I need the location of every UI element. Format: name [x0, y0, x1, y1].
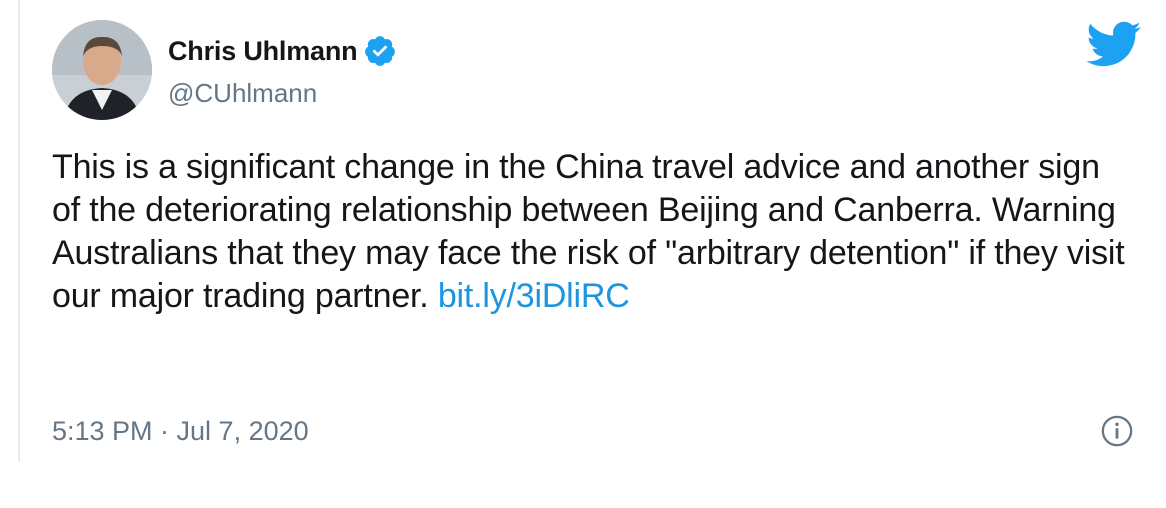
avatar-photo — [52, 20, 152, 120]
tweet-link[interactable]: bit.ly/3iDliRC — [438, 277, 630, 315]
author-name-row: Chris Uhlmann — [168, 34, 397, 68]
tweet-text: This is a significant change in the Chin… — [52, 146, 1132, 318]
twitter-bird-icon[interactable] — [1084, 20, 1142, 68]
tweet-card: Chris Uhlmann @CUhlmann This is a signif… — [52, 20, 1142, 460]
info-icon[interactable] — [1100, 414, 1134, 448]
author-handle[interactable]: @CUhlmann — [168, 78, 317, 109]
avatar[interactable] — [52, 20, 152, 120]
author-name[interactable]: Chris Uhlmann — [168, 36, 358, 67]
verified-badge-icon — [363, 34, 397, 68]
thread-rail — [18, 0, 20, 462]
tweet-timestamp[interactable]: 5:13 PM · Jul 7, 2020 — [52, 416, 309, 447]
